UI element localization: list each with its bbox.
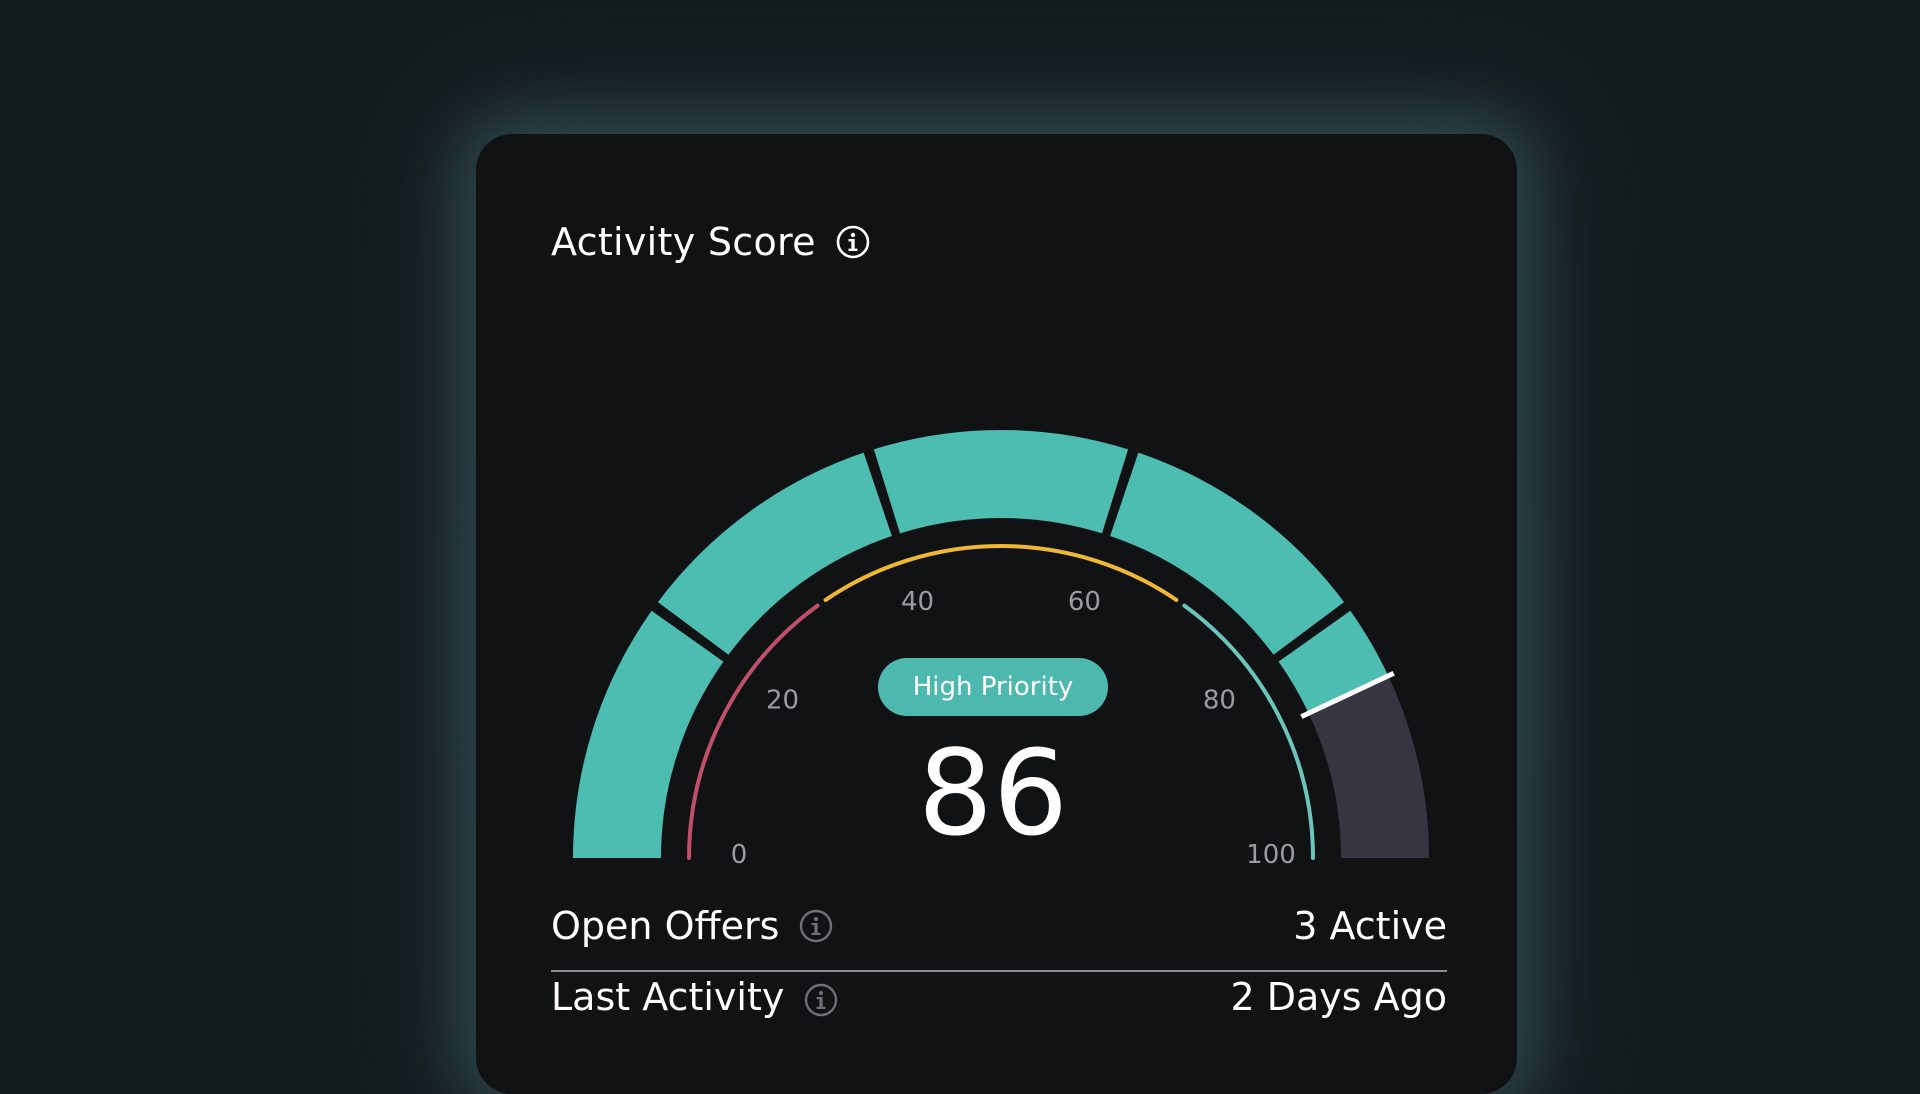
gauge-segment-filled xyxy=(657,452,892,655)
activity-score-card: Activity Score 0 20 40 60 80 100 High Priorit… xyxy=(476,134,1517,1094)
gauge-tick-label: 0 xyxy=(731,840,748,870)
open-offers-row: Open Offers 3 Active xyxy=(551,904,1447,948)
gauge-tick-label: 40 xyxy=(901,587,934,617)
priority-badge: High Priority xyxy=(878,658,1108,716)
last-activity-row: Last Activity 2 Days Ago xyxy=(551,975,1447,1019)
gauge-segment-filled xyxy=(1110,452,1345,655)
gauge-band-mid xyxy=(823,544,1179,602)
info-icon[interactable] xyxy=(804,983,838,1017)
gauge-segment-filled xyxy=(873,430,1129,534)
gauge-tick-label: 60 xyxy=(1068,587,1101,617)
open-offers-label: Open Offers xyxy=(551,904,780,948)
last-activity-value: 2 Days Ago xyxy=(1230,975,1447,1019)
last-activity-label: Last Activity xyxy=(551,975,785,1019)
gauge-tick-label: 80 xyxy=(1203,685,1236,715)
gauge-band-high xyxy=(1182,603,1315,860)
info-icon[interactable] xyxy=(799,909,833,943)
score-value: 86 xyxy=(917,724,1069,862)
gauge-segment-filled xyxy=(573,610,724,858)
open-offers-value: 3 Active xyxy=(1293,904,1447,948)
row-divider xyxy=(551,970,1447,972)
gauge-tick-label: 20 xyxy=(766,685,799,715)
gauge-tick-label: 100 xyxy=(1246,840,1296,870)
